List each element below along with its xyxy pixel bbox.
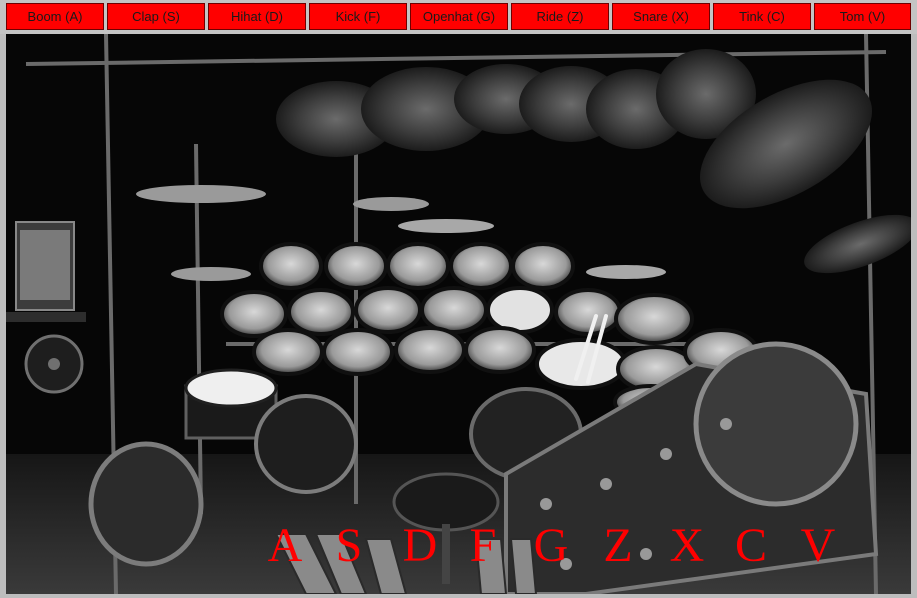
key-hint-s: S xyxy=(335,519,363,572)
key-hint-g: G xyxy=(533,519,569,572)
tink-button[interactable]: Tink (C) xyxy=(713,3,811,30)
kick-button[interactable]: Kick (F) xyxy=(309,3,407,30)
key-hint-f: F xyxy=(469,519,497,572)
key-hint-a: A xyxy=(267,519,303,572)
drum-kit-illustration xyxy=(6,34,911,594)
key-hint-x: X xyxy=(669,519,705,572)
clap-button[interactable]: Clap (S) xyxy=(107,3,205,30)
key-hint-v: V xyxy=(800,519,836,572)
tom-button[interactable]: Tom (V) xyxy=(814,3,911,30)
key-hint-c: C xyxy=(734,519,767,572)
key-hint-d: D xyxy=(402,519,438,572)
boom-button[interactable]: Boom (A) xyxy=(6,3,104,30)
key-hint-z: Z xyxy=(603,519,633,572)
ride-button[interactable]: Ride (Z) xyxy=(511,3,609,30)
snare-button[interactable]: Snare (X) xyxy=(612,3,710,30)
hihat-button[interactable]: Hihat (D) xyxy=(208,3,306,30)
openhat-button[interactable]: Openhat (G) xyxy=(410,3,508,30)
drum-button-bar: Boom (A) Clap (S) Hihat (D) Kick (F) Ope… xyxy=(0,0,917,34)
drum-kit-app: Boom (A) Clap (S) Hihat (D) Kick (F) Ope… xyxy=(0,0,917,598)
drum-kit-photo: A S D F G Z X C V xyxy=(6,34,911,594)
